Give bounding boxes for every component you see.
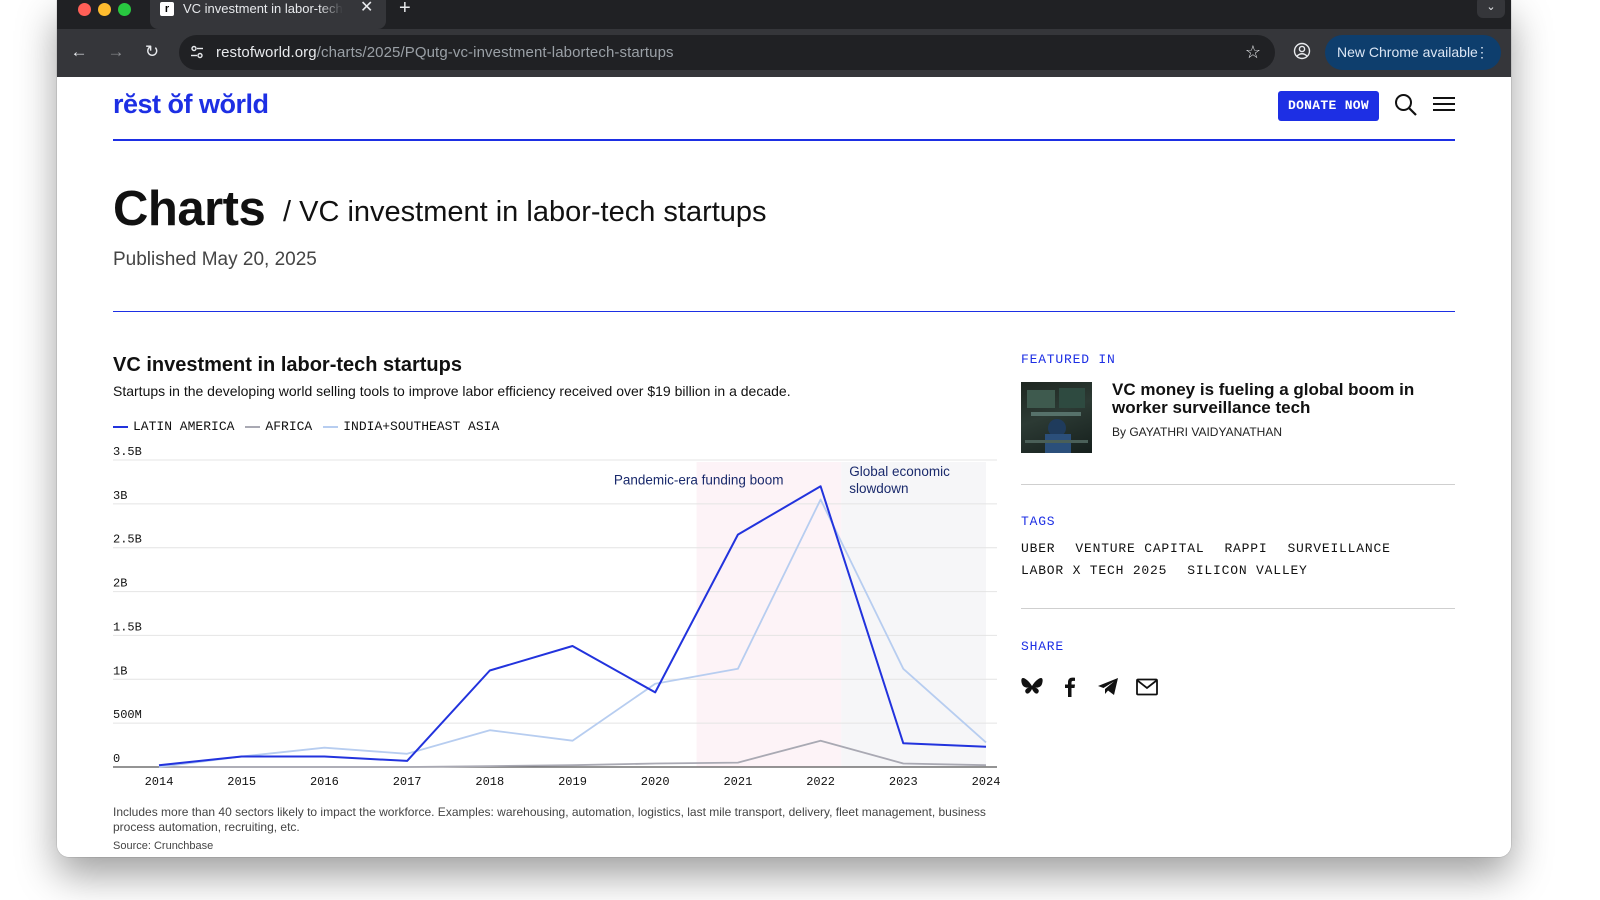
browser-window: r VC investment in labor-tech startups ✕…: [57, 0, 1511, 857]
close-window-button[interactable]: [78, 3, 91, 16]
y-tick-label: 3B: [113, 489, 127, 503]
legend-label: LATIN AMERICA: [133, 419, 235, 434]
legend-swatch: [113, 425, 128, 428]
published-date: Published May 20, 2025: [113, 249, 317, 270]
y-tick-label: 2B: [113, 577, 127, 591]
page-title: Charts: [113, 182, 266, 236]
site-favicon-icon: r: [160, 2, 174, 16]
update-label: New Chrome available: [1337, 44, 1478, 60]
x-tick-label: 2024: [972, 775, 1001, 789]
x-tick-label: 2023: [889, 775, 918, 789]
tab-title: VC investment in labor-tech startups: [183, 1, 343, 16]
browser-tab-active[interactable]: r VC investment in labor-tech startups ✕: [150, 0, 386, 29]
star-icon[interactable]: ☆: [1245, 42, 1261, 63]
page-subtitle: / VC investment in labor-tech startups: [283, 196, 767, 228]
x-tick-label: 2020: [641, 775, 670, 789]
annotation-label: Pandemic-era funding boom: [614, 472, 784, 487]
close-tab-icon[interactable]: ✕: [360, 0, 373, 17]
tag-link[interactable]: SILICON VALLEY: [1187, 563, 1307, 579]
y-tick-label: 3.5B: [113, 445, 142, 459]
chart-legend: LATIN AMERICA AFRICA INDIA+SOUTHEAST ASIA: [113, 419, 499, 434]
x-tick-label: 2018: [475, 775, 504, 789]
menu-icon[interactable]: [1433, 95, 1455, 113]
annotation-band: [696, 462, 842, 767]
x-tick-label: 2019: [558, 775, 587, 789]
forward-icon[interactable]: →: [104, 40, 128, 64]
line-chart: 0 500M 1B 1.5B 2B 2.5B 3B 3.5B 2014 2015 2016 2017 2…: [113, 445, 1001, 789]
header-divider: [113, 139, 1455, 141]
chart-source: Source: Crunchbase: [113, 840, 214, 852]
featured-byline: By GAYATHRI VAIDYANATHAN: [1112, 425, 1283, 439]
featured-image-icon: [1025, 388, 1088, 453]
annotation-label: slowdown: [849, 481, 908, 496]
featured-article-link[interactable]: VC money is fueling a global boom in wor…: [1112, 381, 1462, 417]
chrome-update-button[interactable]: New Chrome available ⋮: [1325, 35, 1501, 70]
url-path: /charts/2025/PQutg-vc-investment-laborte…: [316, 44, 674, 61]
sidebar-divider: [1021, 484, 1455, 485]
annotation-label: Global economic: [849, 464, 950, 479]
y-tick-label: 500M: [113, 708, 142, 722]
legend-swatch: [245, 425, 261, 428]
tag-link[interactable]: LABOR X TECH 2025: [1021, 563, 1167, 579]
tag-list: UBER VENTURE CAPITAL RAPPI SURVEILLANCE LABO…: [1021, 541, 1455, 579]
bluesky-icon[interactable]: [1021, 677, 1043, 697]
minimize-window-button[interactable]: [98, 3, 111, 16]
y-tick-label: 0: [113, 752, 120, 766]
featured-thumbnail[interactable]: [1021, 382, 1092, 453]
y-tick-label: 2.5B: [113, 533, 142, 547]
tab-search-icon[interactable]: ⌄: [1477, 0, 1505, 18]
featured-label: FEATURED IN: [1021, 352, 1116, 367]
legend-label: AFRICA: [265, 419, 313, 434]
legend-item: INDIA+SOUTHEAST ASIA: [323, 419, 499, 434]
donate-button[interactable]: DONATE NOW: [1278, 91, 1379, 121]
share-label: SHARE: [1021, 639, 1065, 654]
reload-icon[interactable]: ↻: [140, 40, 164, 64]
url-text: restofworld.org/charts/2025/PQutg-vc-inv…: [216, 44, 674, 61]
x-tick-label: 2022: [806, 775, 835, 789]
legend-item: AFRICA: [245, 419, 312, 434]
telegram-icon[interactable]: [1097, 677, 1119, 697]
annotation-band: [841, 462, 986, 767]
browser-toolbar: ← → ↻ restofworld.org/charts/2025/PQutg-…: [57, 29, 1511, 77]
y-tick-label: 1B: [113, 664, 127, 678]
site-logo[interactable]: rĕst ŏf wŏrld: [113, 89, 269, 120]
section-divider: [113, 311, 1455, 312]
x-tick-label: 2017: [393, 775, 422, 789]
more-icon[interactable]: ⋮: [1475, 35, 1489, 70]
tag-link[interactable]: UBER: [1021, 541, 1055, 557]
webpage: rĕst ŏf wŏrld DONATE NOW Charts / VC inv…: [57, 77, 1511, 857]
chart-title: VC investment in labor-tech startups: [113, 354, 462, 376]
profile-icon[interactable]: [1293, 42, 1311, 60]
tag-link[interactable]: RAPPI: [1224, 541, 1267, 557]
back-icon[interactable]: ←: [67, 40, 91, 64]
y-tick-label: 1.5B: [113, 620, 142, 634]
tune-icon[interactable]: [189, 44, 205, 60]
maximize-window-button[interactable]: [118, 3, 131, 16]
tab-strip: r VC investment in labor-tech startups ✕…: [57, 0, 1511, 29]
url-host: restofworld.org: [216, 44, 317, 61]
tag-link[interactable]: SURVEILLANCE: [1287, 541, 1390, 557]
x-tick-label: 2021: [723, 775, 752, 789]
search-icon[interactable]: [1394, 93, 1418, 117]
chart-subtitle: Startups in the developing world selling…: [113, 383, 791, 399]
new-tab-icon[interactable]: +: [399, 0, 411, 20]
x-tick-label: 2014: [145, 775, 174, 789]
email-icon[interactable]: [1136, 678, 1158, 696]
sidebar-divider: [1021, 608, 1455, 609]
legend-label: INDIA+SOUTHEAST ASIA: [343, 419, 500, 434]
facebook-icon[interactable]: [1060, 677, 1080, 697]
legend-swatch: [323, 425, 339, 428]
tags-label: TAGS: [1021, 514, 1056, 529]
legend-item: LATIN AMERICA: [113, 419, 234, 434]
chart-note: Includes more than 40 sectors likely to …: [113, 805, 986, 834]
x-tick-label: 2015: [227, 775, 256, 789]
address-bar[interactable]: restofworld.org/charts/2025/PQutg-vc-inv…: [179, 35, 1275, 70]
tag-link[interactable]: VENTURE CAPITAL: [1075, 541, 1204, 557]
share-buttons: [1021, 677, 1158, 697]
x-tick-label: 2016: [310, 775, 339, 789]
